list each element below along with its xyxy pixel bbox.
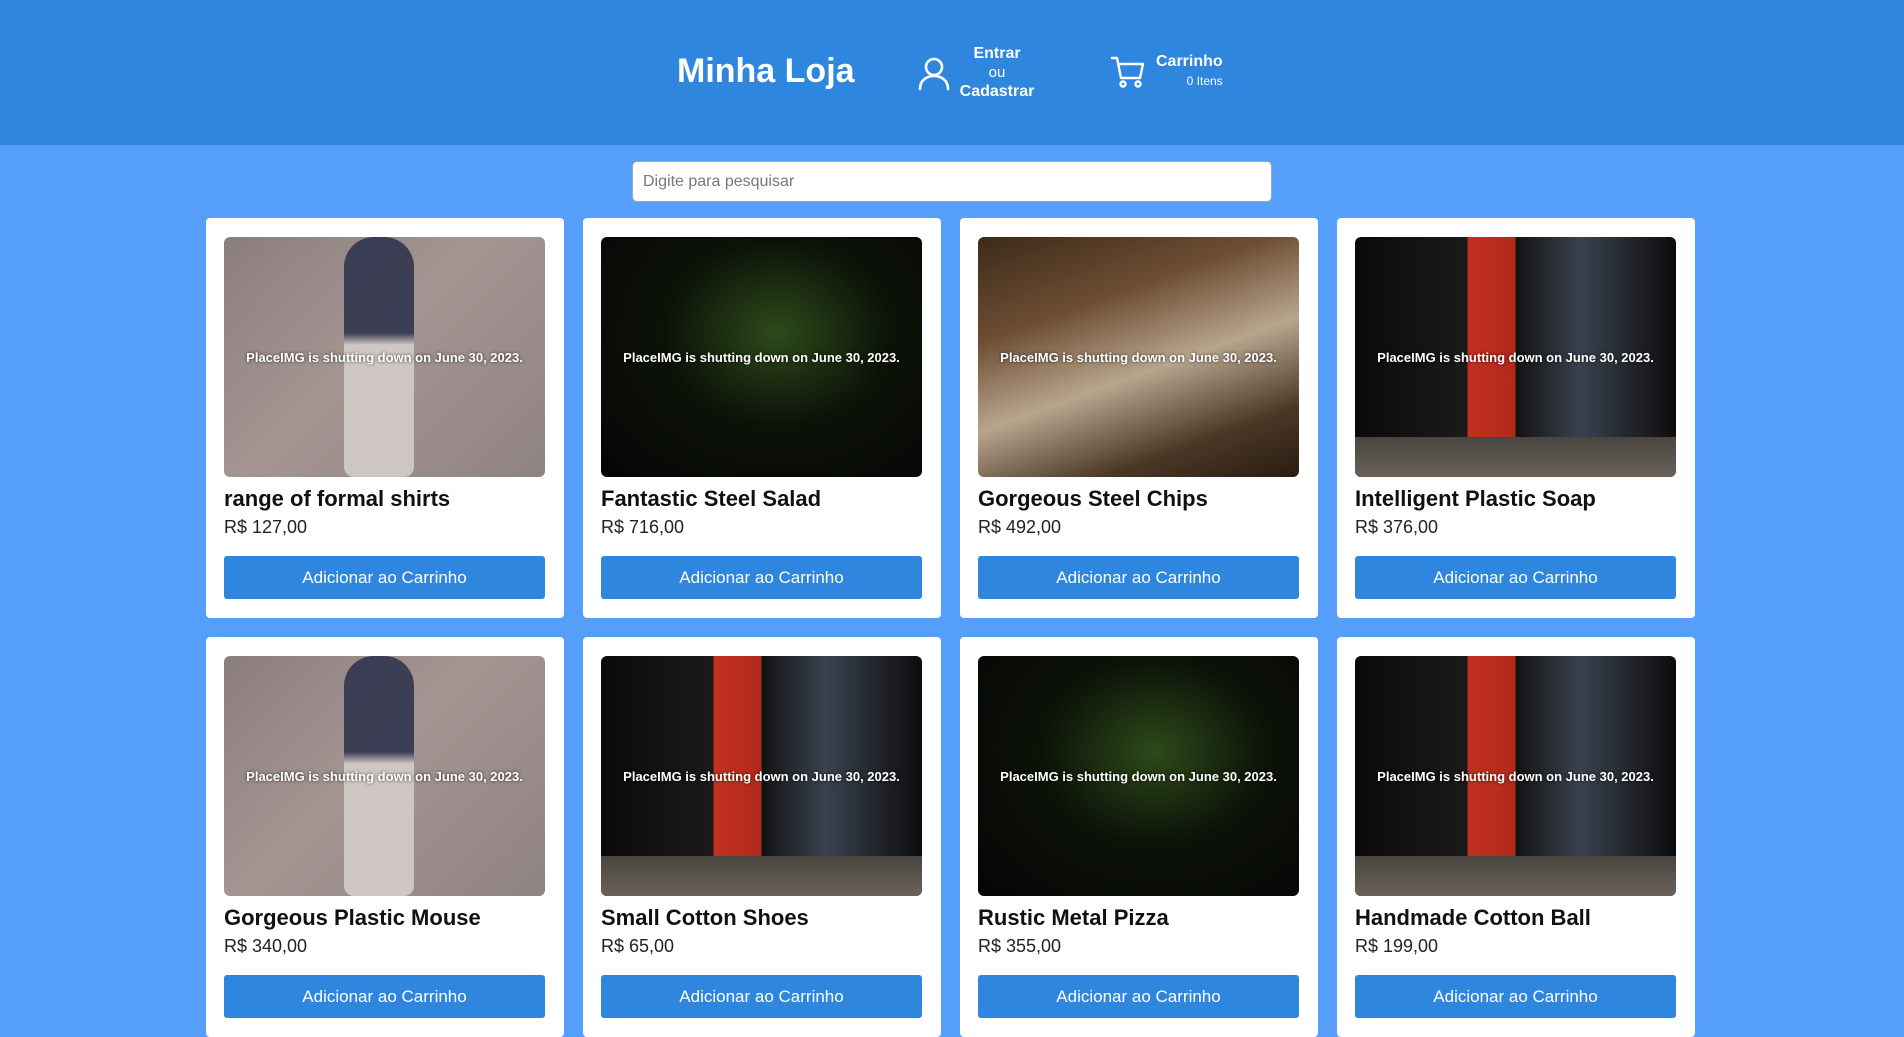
product-image[interactable]: PlaceIMG is shutting down on June 30, 20… <box>978 237 1299 477</box>
product-card: PlaceIMG is shutting down on June 30, 20… <box>1337 637 1695 1037</box>
cart-title: Carrinho <box>1156 53 1223 70</box>
add-to-cart-button[interactable]: Adicionar ao Carrinho <box>1355 975 1676 1018</box>
product-card: PlaceIMG is shutting down on June 30, 20… <box>206 637 564 1037</box>
product-image[interactable]: PlaceIMG is shutting down on June 30, 20… <box>601 237 922 477</box>
product-image-caption: PlaceIMG is shutting down on June 30, 20… <box>246 350 523 365</box>
product-name: Handmade Cotton Ball <box>1355 905 1591 930</box>
product-image-caption: PlaceIMG is shutting down on June 30, 20… <box>246 769 523 784</box>
add-to-cart-button[interactable]: Adicionar ao Carrinho <box>224 975 545 1018</box>
product-image[interactable]: PlaceIMG is shutting down on June 30, 20… <box>1355 237 1676 477</box>
product-name: Rustic Metal Pizza <box>978 905 1169 930</box>
product-image-caption: PlaceIMG is shutting down on June 30, 20… <box>1377 769 1654 784</box>
product-card: PlaceIMG is shutting down on June 30, 20… <box>583 637 941 1037</box>
product-card: PlaceIMG is shutting down on June 30, 20… <box>583 218 941 618</box>
product-name: Small Cotton Shoes <box>601 905 809 930</box>
cart-count: 0 Itens <box>1186 74 1223 88</box>
header: Minha Loja Entrar ou Cadastrar Carrinho … <box>0 0 1904 145</box>
product-price: R$ 127,00 <box>224 517 308 537</box>
product-name: Gorgeous Plastic Mouse <box>224 905 481 930</box>
cart-link[interactable]: Carrinho 0 Itens <box>1110 52 1223 90</box>
product-image[interactable]: PlaceIMG is shutting down on June 30, 20… <box>1355 656 1676 896</box>
product-price: R$ 199,00 <box>1355 936 1439 956</box>
product-name: Gorgeous Steel Chips <box>978 486 1208 511</box>
add-to-cart-button[interactable]: Adicionar ao Carrinho <box>978 556 1299 599</box>
product-name: range of formal shirts <box>224 486 451 511</box>
product-image[interactable]: PlaceIMG is shutting down on June 30, 20… <box>224 237 545 477</box>
product-image-caption: PlaceIMG is shutting down on June 30, 20… <box>1000 350 1277 365</box>
product-price: R$ 65,00 <box>601 936 675 956</box>
product-price: R$ 376,00 <box>1355 517 1439 537</box>
cart-label: Carrinho 0 Itens <box>1156 52 1223 90</box>
product-card: PlaceIMG is shutting down on June 30, 20… <box>960 637 1318 1037</box>
product-image-caption: PlaceIMG is shutting down on June 30, 20… <box>1000 769 1277 784</box>
product-card: PlaceIMG is shutting down on June 30, 20… <box>960 218 1318 618</box>
account-register-label: Cadastrar <box>959 83 1035 100</box>
add-to-cart-button[interactable]: Adicionar ao Carrinho <box>978 975 1299 1018</box>
brand-title[interactable]: Minha Loja <box>677 52 855 91</box>
add-to-cart-button[interactable]: Adicionar ao Carrinho <box>1355 556 1676 599</box>
user-icon <box>918 57 950 90</box>
account-label: Entrar ou Cadastrar <box>959 44 1035 101</box>
product-price: R$ 492,00 <box>978 517 1062 537</box>
product-card: PlaceIMG is shutting down on June 30, 20… <box>206 218 564 618</box>
product-image-caption: PlaceIMG is shutting down on June 30, 20… <box>623 350 900 365</box>
product-image[interactable]: PlaceIMG is shutting down on June 30, 20… <box>978 656 1299 896</box>
product-image[interactable]: PlaceIMG is shutting down on June 30, 20… <box>224 656 545 896</box>
add-to-cart-button[interactable]: Adicionar ao Carrinho <box>601 975 922 1018</box>
add-to-cart-button[interactable]: Adicionar ao Carrinho <box>601 556 922 599</box>
product-price: R$ 716,00 <box>601 517 685 537</box>
product-grid: PlaceIMG is shutting down on June 30, 20… <box>206 218 1698 1037</box>
product-price: R$ 355,00 <box>978 936 1062 956</box>
account-or-label: ou <box>988 64 1006 81</box>
product-image-caption: PlaceIMG is shutting down on June 30, 20… <box>623 769 900 784</box>
account-link[interactable]: Entrar ou Cadastrar <box>916 44 1035 101</box>
product-price: R$ 340,00 <box>224 936 308 956</box>
account-login-label: Entrar <box>973 45 1021 62</box>
product-name: Fantastic Steel Salad <box>601 486 822 511</box>
product-card: PlaceIMG is shutting down on June 30, 20… <box>1337 218 1695 618</box>
product-name: Intelligent Plastic Soap <box>1355 486 1596 511</box>
add-to-cart-button[interactable]: Adicionar ao Carrinho <box>224 556 545 599</box>
search-input[interactable] <box>632 161 1272 202</box>
product-image-caption: PlaceIMG is shutting down on June 30, 20… <box>1377 350 1654 365</box>
product-image[interactable]: PlaceIMG is shutting down on June 30, 20… <box>601 656 922 896</box>
cart-icon <box>1110 56 1145 88</box>
